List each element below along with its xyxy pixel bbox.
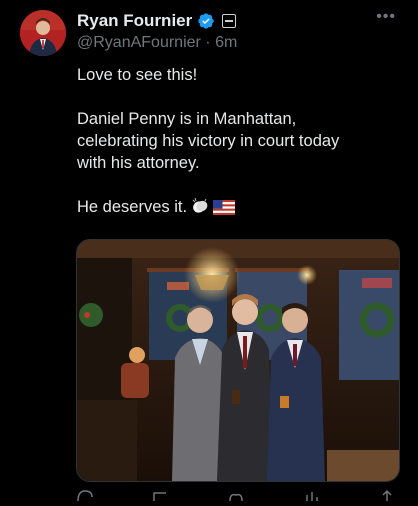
avatar-image: [20, 10, 66, 56]
clapping-hands-icon: [190, 197, 210, 221]
tweet-line: He deserves it.: [77, 198, 188, 216]
repost-icon[interactable]: [152, 488, 170, 501]
photo-image[interactable]: [76, 239, 400, 482]
timestamp[interactable]: 6m: [215, 34, 237, 51]
tweet-line: Daniel Penny is in Manhattan,: [77, 110, 297, 128]
reply-icon[interactable]: [76, 488, 94, 502]
verified-badge-icon[interactable]: [197, 12, 215, 30]
author-name-row: Ryan Fournier: [77, 10, 237, 32]
display-name[interactable]: Ryan Fournier: [77, 11, 192, 31]
tweet-line: Love to see this!: [77, 66, 198, 84]
share-icon[interactable]: [378, 488, 396, 501]
us-flag-icon: [213, 199, 236, 221]
handle[interactable]: @RyanAFournier: [77, 34, 201, 51]
tweet-text: Love to see this! Daniel Penny is in Man…: [77, 64, 397, 221]
avatar[interactable]: [20, 10, 66, 56]
handle-row: @RyanAFournier · 6m: [77, 34, 237, 52]
bar-scene: [77, 240, 399, 481]
more-options-icon[interactable]: •••: [376, 9, 396, 25]
tweet-line: with his attorney.: [77, 154, 200, 172]
tweet-line: celebrating his victory in court today: [77, 132, 340, 150]
separator-dot: ·: [205, 34, 211, 51]
like-icon[interactable]: [227, 488, 245, 502]
tweet-line-last: He deserves it.: [77, 196, 397, 221]
action-bar: [76, 488, 396, 502]
account-label-icon[interactable]: [222, 14, 237, 28]
top-edge: [0, 0, 418, 6]
views-icon[interactable]: [303, 488, 321, 501]
